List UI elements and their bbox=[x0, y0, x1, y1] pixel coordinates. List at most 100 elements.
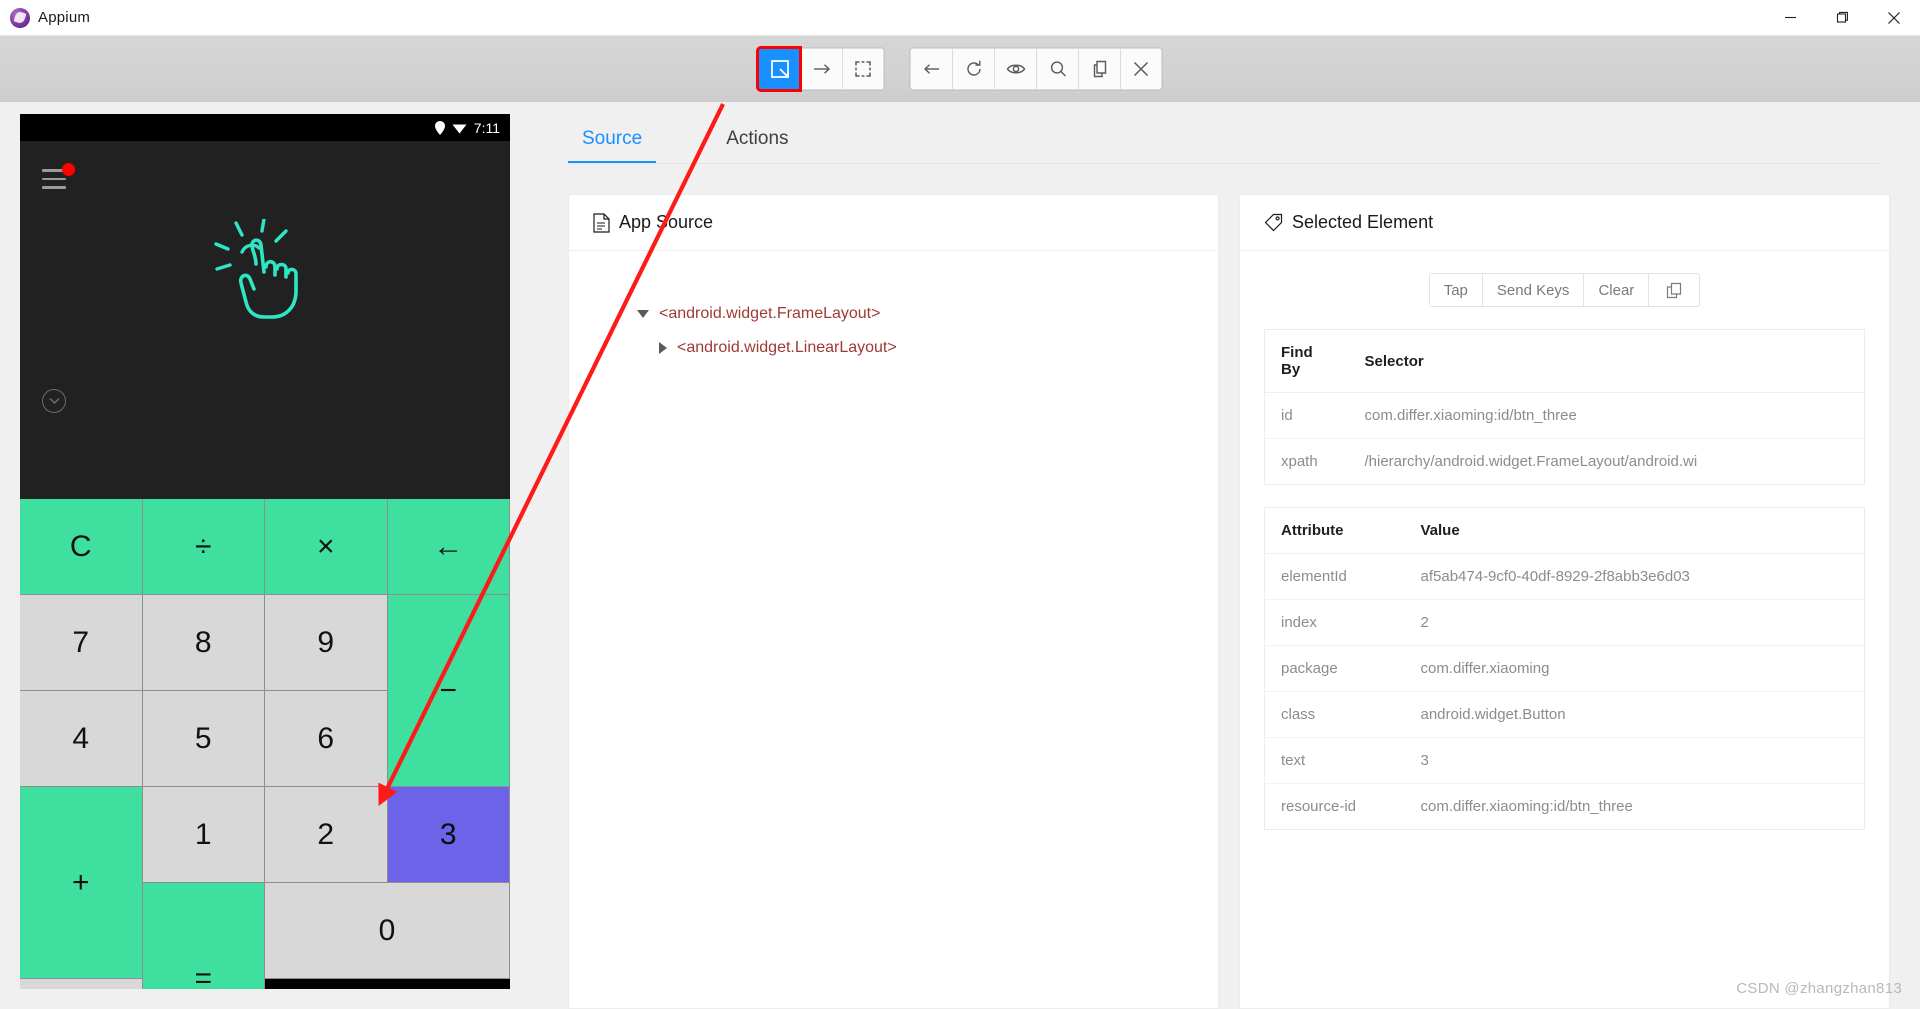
key-equals[interactable]: = bbox=[142, 883, 265, 989]
wifi-icon bbox=[452, 124, 467, 133]
toolbar-right-group bbox=[910, 48, 1162, 90]
window-titlebar: Appium bbox=[0, 0, 1920, 36]
selector-table: Find By Selector id com.differ.xiaoming:… bbox=[1264, 329, 1865, 485]
table-row[interactable]: id com.differ.xiaoming:id/btn_three bbox=[1264, 392, 1865, 439]
cell-value: 3 bbox=[1404, 737, 1865, 784]
eye-icon bbox=[1006, 64, 1025, 74]
key-2[interactable]: 2 bbox=[265, 787, 388, 883]
key-decimal[interactable]: . bbox=[20, 979, 143, 989]
cell-value: android.widget.Button bbox=[1404, 691, 1865, 738]
key-3[interactable]: 3 bbox=[387, 787, 510, 883]
device-column: 7:11 C ÷ × ← 7 8 9 − 4 5 6 + 1 2 3 = 0 bbox=[0, 102, 520, 1009]
swipe-button[interactable] bbox=[800, 48, 842, 90]
device-screen[interactable]: 7:11 C ÷ × ← 7 8 9 − 4 5 6 + 1 2 3 = 0 bbox=[20, 114, 510, 989]
table-row[interactable]: text 3 bbox=[1264, 737, 1865, 784]
key-9[interactable]: 9 bbox=[265, 595, 388, 691]
inspector-tabs: Source Actions bbox=[552, 102, 1920, 164]
app-source-card: App Source <android.widget.FrameLayout> … bbox=[568, 194, 1219, 1009]
cell-attribute: index bbox=[1264, 599, 1405, 646]
search-element-button[interactable] bbox=[1036, 48, 1078, 90]
chevron-down-circle-icon[interactable] bbox=[42, 389, 66, 413]
table-header-row: Find By Selector bbox=[1264, 329, 1865, 393]
key-backspace[interactable]: ← bbox=[387, 499, 510, 595]
caret-right-icon[interactable] bbox=[659, 342, 667, 354]
status-bar-time: 7:11 bbox=[473, 119, 500, 136]
copy-icon bbox=[1667, 282, 1682, 298]
refresh-source-button[interactable] bbox=[952, 48, 994, 90]
tap-button[interactable]: Tap bbox=[1428, 273, 1482, 307]
cell-value: com.differ.xiaoming:id/btn_three bbox=[1420, 798, 1633, 815]
copy-button[interactable] bbox=[1648, 273, 1701, 307]
copy-pages-icon bbox=[1093, 60, 1106, 78]
table-row[interactable]: class android.widget.Button bbox=[1264, 691, 1865, 738]
location-pin-icon bbox=[434, 120, 445, 135]
key-minus[interactable]: − bbox=[387, 595, 510, 787]
main-content: 7:11 C ÷ × ← 7 8 9 − 4 5 6 + 1 2 3 = 0 S… bbox=[0, 102, 1920, 1009]
key-plus[interactable]: + bbox=[20, 787, 143, 979]
cell-attribute: elementId bbox=[1264, 553, 1405, 600]
app-header-area bbox=[20, 141, 510, 499]
header-value: Value bbox=[1404, 507, 1865, 554]
table-row[interactable]: elementId af5ab474-9cf0-40df-8929-2f8abb… bbox=[1264, 553, 1865, 600]
element-actions-row: Tap Send Keys Clear bbox=[1264, 273, 1865, 307]
panels-row: App Source <android.widget.FrameLayout> … bbox=[552, 164, 1920, 1009]
selected-element-header: Selected Element bbox=[1240, 195, 1889, 251]
refresh-icon bbox=[966, 60, 981, 76]
cell-attribute: class bbox=[1264, 691, 1405, 738]
table-row[interactable]: resource-id com.differ.xiaoming:id/btn_t… bbox=[1265, 784, 1865, 830]
restore-icon[interactable] bbox=[1816, 0, 1868, 36]
app-source-header: App Source bbox=[569, 195, 1218, 251]
selected-element-card: Selected Element Tap Send Keys Clear Fin… bbox=[1239, 194, 1890, 1009]
key-4[interactable]: 4 bbox=[20, 691, 143, 787]
arrow-left-icon bbox=[923, 64, 939, 74]
key-multiply[interactable]: × bbox=[265, 499, 388, 595]
app-source-title: App Source bbox=[619, 212, 714, 232]
caret-down-icon[interactable] bbox=[637, 310, 649, 318]
select-element-button[interactable] bbox=[756, 46, 802, 92]
quit-session-button[interactable] bbox=[1120, 48, 1162, 90]
send-keys-button[interactable]: Send Keys bbox=[1481, 273, 1584, 307]
key-8[interactable]: 8 bbox=[142, 595, 265, 691]
app-source-tree: <android.widget.FrameLayout> <android.wi… bbox=[569, 251, 1218, 1008]
key-1[interactable]: 1 bbox=[142, 787, 265, 883]
tree-node-linearlayout[interactable]: <android.widget.LinearLayout> bbox=[593, 339, 1194, 357]
close-x-icon bbox=[1133, 61, 1149, 77]
table-row[interactable]: package com.differ.xiaoming bbox=[1264, 645, 1865, 692]
clear-button[interactable]: Clear bbox=[1583, 273, 1649, 307]
minimize-icon[interactable] bbox=[1764, 0, 1816, 36]
appium-logo-icon bbox=[10, 7, 30, 28]
tab-source[interactable]: Source bbox=[568, 120, 657, 164]
cell-selector: com.differ.xiaoming:id/btn_three bbox=[1348, 392, 1865, 439]
tab-actions[interactable]: Actions bbox=[712, 120, 802, 164]
key-divide[interactable]: ÷ bbox=[142, 499, 265, 595]
key-5[interactable]: 5 bbox=[142, 691, 265, 787]
document-icon bbox=[593, 212, 610, 233]
cell-attribute: text bbox=[1264, 737, 1405, 784]
cell-attribute: resource-id bbox=[1281, 798, 1357, 815]
tag-icon bbox=[1264, 213, 1283, 232]
attribute-table: Attribute Value elementId af5ab474-9cf0-… bbox=[1264, 507, 1865, 830]
copy-xml-button[interactable] bbox=[1078, 48, 1120, 90]
window-title: Appium bbox=[38, 9, 91, 26]
table-row[interactable]: xpath /hierarchy/android.widget.FrameLay… bbox=[1265, 439, 1865, 485]
table-header-row: Attribute Value bbox=[1264, 507, 1865, 554]
table-row[interactable]: index 2 bbox=[1264, 599, 1865, 646]
key-7[interactable]: 7 bbox=[20, 595, 143, 691]
android-status-bar: 7:11 bbox=[20, 114, 510, 141]
start-recording-button[interactable] bbox=[994, 48, 1036, 90]
tap-hand-icon bbox=[214, 219, 298, 319]
selected-element-title: Selected Element bbox=[1292, 212, 1434, 232]
tree-node-framelayout[interactable]: <android.widget.FrameLayout> bbox=[593, 305, 1194, 323]
notification-dot bbox=[62, 163, 75, 176]
calculator-keypad: C ÷ × ← 7 8 9 − 4 5 6 + 1 2 3 = 0 . bbox=[20, 499, 510, 989]
element-actions-group: Tap Send Keys Clear bbox=[1428, 273, 1701, 307]
key-clear[interactable]: C bbox=[20, 499, 143, 595]
back-button[interactable] bbox=[910, 48, 952, 90]
key-0[interactable]: 0 bbox=[265, 883, 510, 979]
watermark: CSDN @zhangzhan813 bbox=[1736, 980, 1902, 997]
key-6[interactable]: 6 bbox=[265, 691, 388, 787]
close-icon[interactable] bbox=[1868, 0, 1920, 36]
cell-find-by: id bbox=[1264, 392, 1349, 439]
tap-by-coordinates-button[interactable] bbox=[842, 48, 884, 90]
cell-value: 2 bbox=[1404, 599, 1865, 646]
